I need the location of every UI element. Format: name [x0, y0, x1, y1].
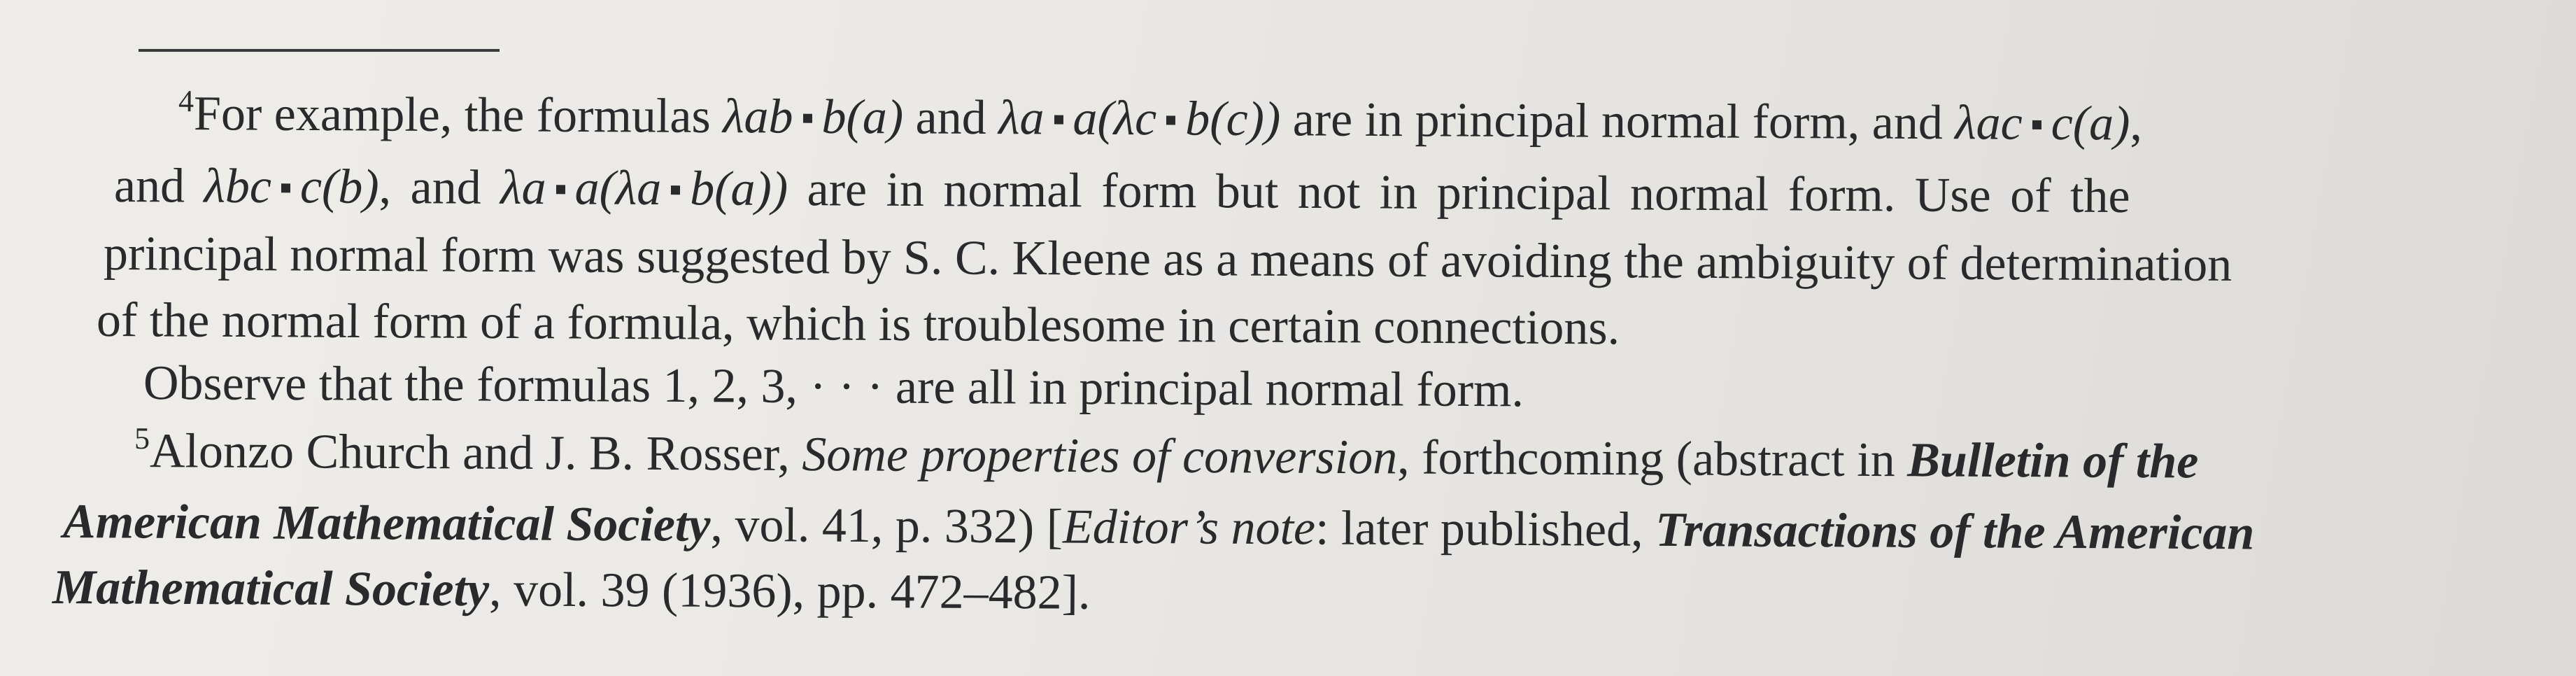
formula: λab — [722, 90, 793, 144]
journal-name: Transactions of the American — [1655, 502, 2255, 561]
dot-separator — [802, 113, 812, 123]
footnote-5-marker: 5 — [134, 421, 150, 456]
footnote-separator-rule — [139, 49, 500, 52]
footnote-5-line-1: 5Alonzo Church and J. B. Rosser, Some pr… — [134, 421, 2199, 490]
text-run: Observe that the formulas 1, 2, 3, · · ·… — [143, 356, 1524, 418]
text-run: Alonzo Church and J. B. Rosser, — [149, 424, 802, 481]
dot-separator — [555, 185, 565, 195]
dot-separator — [671, 185, 681, 195]
text-run: and — [903, 90, 999, 146]
formula: a(λc — [1073, 91, 1157, 146]
dot-separator — [1166, 115, 1176, 125]
formula: λa — [500, 160, 546, 216]
formula: b(a)) — [690, 162, 788, 217]
formula: c(a) — [2051, 97, 2130, 151]
formula: λbc — [204, 159, 272, 214]
footnote-5-line-3: Mathematical Society, vol. 39 (1936), pp… — [52, 560, 1091, 621]
text-run: For example, the formulas — [193, 87, 723, 144]
paper-title: Some properties of conversion — [802, 427, 1398, 485]
text-run: are in normal form but not in principal … — [787, 162, 2130, 224]
formula: a(λa — [574, 161, 662, 216]
text-run: are in principal normal form, and — [1280, 92, 1955, 150]
text-run: , vol. 39 (1936), pp. 472–482]. — [488, 563, 1091, 620]
formula: b(a) — [821, 90, 904, 145]
journal-name: American Mathematical Society — [62, 495, 711, 552]
footnote-4-line-5: Observe that the formulas 1, 2, 3, · · ·… — [143, 355, 1524, 418]
text-run: , forthcoming (abstract in — [1397, 430, 1908, 488]
text-run: principal normal form was suggested by S… — [103, 227, 2232, 292]
dot-separator — [2032, 120, 2041, 129]
text-run: : later published, — [1315, 501, 1656, 557]
dot-separator — [1054, 115, 1063, 125]
footnote-4-line-3: principal normal form was suggested by S… — [104, 226, 2232, 293]
formula: λac — [1955, 96, 2023, 150]
dot-separator — [281, 183, 290, 193]
journal-name: Bulletin of the — [1906, 433, 2199, 489]
formula: c(b) — [299, 160, 379, 214]
footnote-4-line-4: of the normal form of a formula, which i… — [97, 293, 1620, 356]
formula: λa — [998, 91, 1045, 146]
footnote-4-marker: 4 — [178, 84, 194, 119]
journal-name: Mathematical Society — [52, 561, 490, 617]
text-run: , — [2130, 97, 2143, 151]
book-page: 4For example, the formulas λab b(a) and λ… — [0, 0, 2576, 676]
formula: b(c)) — [1185, 92, 1281, 147]
text-run: of the normal form of a formula, which i… — [96, 293, 1620, 355]
footnote-4-line-1: 4For example, the formulas λab b(a) and λ… — [178, 84, 2143, 153]
footnote-5-line-2: American Mathematical Society, vol. 41, … — [63, 494, 2255, 561]
text-run: , and — [378, 160, 501, 215]
editor-note-label: Editor’s note — [1062, 500, 1316, 556]
text-run: and — [113, 159, 204, 213]
footnote-4-line-2: and λbc c(b), and λa a(λa b(a)) are in norm… — [114, 158, 2130, 225]
text-run: , vol. 41, p. 332) [ — [710, 498, 1063, 554]
